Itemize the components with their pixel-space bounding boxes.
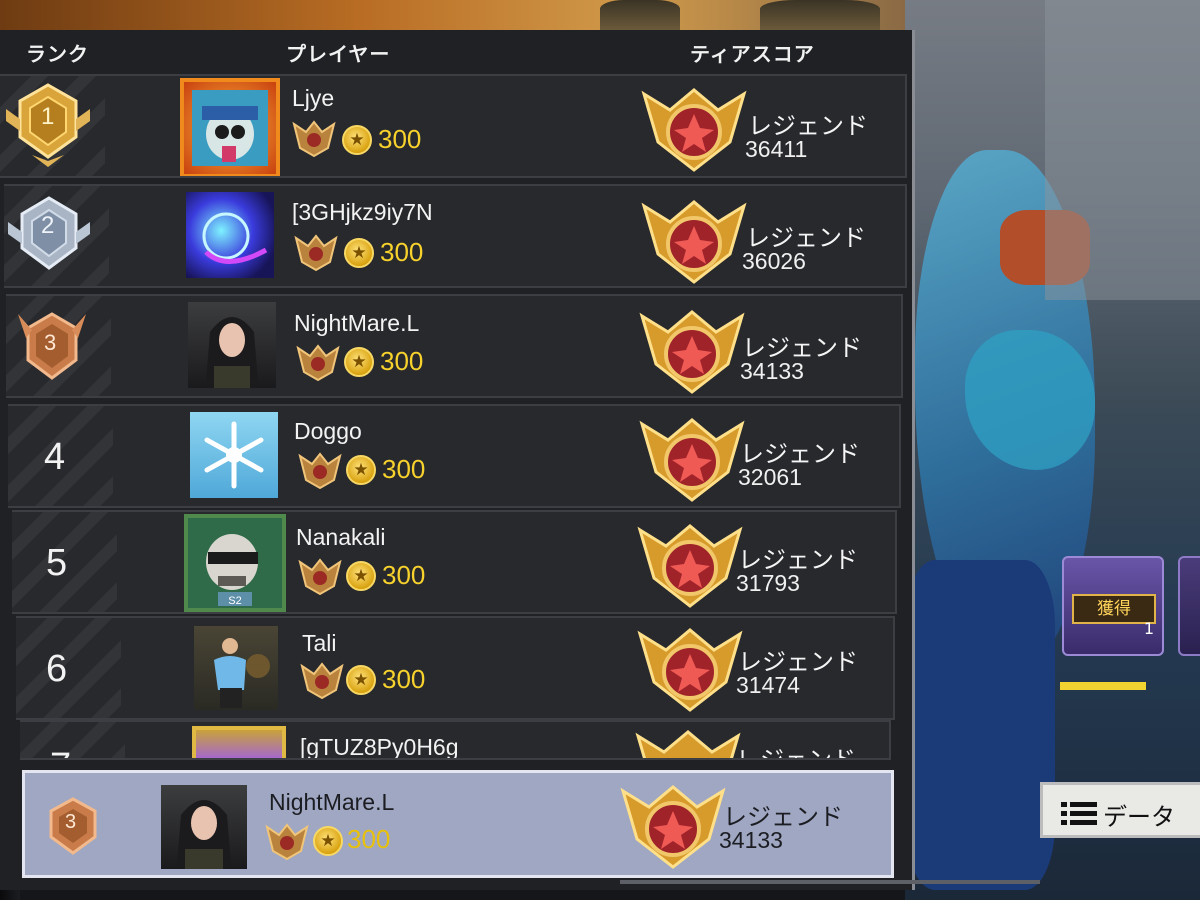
leaderboard-row[interactable]: 6 Tali ★ 300 レジェンド 31474	[16, 616, 895, 720]
coin-amount: 300	[380, 237, 424, 267]
player-avatar	[161, 785, 247, 869]
player-name: Tali	[302, 630, 337, 656]
coin-icon: ★	[346, 455, 376, 485]
tier-mini-emblem-icon	[294, 234, 338, 272]
rank-column-header: ランク	[26, 42, 89, 66]
coin-amount: 300	[380, 346, 424, 376]
rank-number: 6	[46, 648, 68, 690]
data-button[interactable]: データ	[1040, 782, 1200, 838]
rank-number: 2	[41, 212, 55, 239]
current-player-row[interactable]: 3 NightMare.L ★ 300 レジェンド 34133	[22, 770, 894, 878]
coin-icon: ★	[346, 665, 376, 695]
leaderboard-row[interactable]: 5 S2 Nanakali ★ 300 レジェンド 31793	[12, 510, 897, 614]
player-name: NightMare.L	[294, 310, 420, 336]
player-name: NightMare.L	[269, 789, 395, 815]
player-avatar	[190, 412, 278, 498]
player-avatar	[194, 626, 278, 710]
game-background	[905, 0, 1200, 900]
data-button-label: データ	[1103, 803, 1175, 831]
tier-score-column-header: ティアスコア	[690, 42, 815, 66]
legend-tier-emblem-icon	[641, 200, 747, 284]
tier-score: 31793	[736, 570, 800, 596]
player-name: [3GHjkz9iy7N	[292, 199, 433, 225]
woman-portrait-avatar-icon	[177, 800, 231, 869]
skull-avatar-icon	[192, 90, 268, 166]
coin-icon: ★	[346, 561, 376, 591]
rank-number: 7	[50, 746, 71, 758]
rank-number: 3	[65, 811, 77, 833]
tier-score: 34133	[740, 358, 804, 384]
legend-tier-emblem-icon	[635, 730, 741, 758]
tier-score: 31474	[736, 672, 800, 698]
legend-tier-emblem-icon	[639, 310, 745, 394]
reward-progress-bar	[1060, 682, 1146, 690]
coin-icon: ★	[313, 826, 343, 856]
energy-orb-avatar-icon	[202, 212, 268, 264]
coin-amount: 300	[382, 664, 426, 694]
rank-number: 4	[44, 436, 66, 478]
leaderboard-row[interactable]: 3 NightMare.L ★ 300 レジェンド 34133	[6, 294, 903, 398]
leaderboard-row[interactable]: 2 [3GHjkz9iy7N ★ 300 レジェンド 36026	[4, 184, 907, 288]
player-name: Ljye	[292, 85, 335, 111]
coin-amount: 300	[382, 560, 426, 590]
leaderboard-row[interactable]: 1 Ljye ★ 300 レジェンド 36411	[0, 74, 907, 178]
player-name: Doggo	[294, 418, 362, 444]
player-avatar	[186, 192, 274, 278]
tier-mini-emblem-icon	[298, 558, 342, 596]
legend-tier-emblem-icon	[639, 418, 745, 502]
player-name: Nanakali	[296, 524, 386, 550]
tier-name: レジェンド	[736, 746, 856, 760]
rank-number: 3	[44, 330, 57, 355]
tier-mini-emblem-icon	[296, 344, 340, 382]
scrollbar[interactable]	[620, 880, 1040, 884]
snowflake-avatar-icon	[204, 421, 264, 489]
coin-icon: ★	[342, 125, 372, 155]
season-badge: S2	[228, 595, 241, 607]
coin-icon: ★	[344, 238, 374, 268]
tier-mini-emblem-icon	[265, 823, 309, 861]
legend-tier-emblem-icon	[620, 785, 726, 869]
leaderboard-row[interactable]: 4 Doggo ★ 300 レジェンド 32061	[8, 404, 901, 508]
coin-amount: 300	[347, 824, 391, 854]
player-avatar: S2	[184, 514, 286, 612]
skull-soldier-avatar-icon: S2	[206, 534, 258, 607]
player-column-header: プレイヤー	[286, 42, 391, 66]
tier-mini-emblem-icon	[292, 120, 336, 158]
player-name: [gTUZ8Py0H6g	[300, 734, 459, 760]
tier-mini-emblem-icon	[300, 662, 344, 700]
reward-card-secondary[interactable]	[1178, 556, 1200, 656]
tier-mini-emblem-icon	[298, 452, 342, 490]
tier-score: 34133	[719, 827, 783, 853]
woman-portrait-avatar-icon	[206, 317, 258, 388]
list-icon	[1061, 802, 1097, 825]
tier-score: 36026	[742, 248, 806, 274]
leaderboard-row[interactable]: 7 [gTUZ8Py0H6g レジェンド	[20, 720, 891, 760]
reward-count: 1	[1143, 619, 1154, 638]
player-avatar	[192, 726, 286, 758]
person-photo-avatar-icon	[214, 638, 270, 708]
reward-card[interactable]: 獲得 1	[1062, 556, 1164, 656]
coin-icon: ★	[344, 347, 374, 377]
legend-tier-emblem-icon	[637, 524, 743, 608]
legend-tier-emblem-icon	[641, 88, 747, 172]
tier-score: 32061	[738, 464, 802, 490]
coin-amount: 300	[378, 124, 422, 154]
coin-amount: 300	[382, 454, 426, 484]
legend-tier-emblem-icon	[637, 628, 743, 712]
player-avatar	[188, 302, 276, 388]
rank-number: 5	[46, 542, 68, 584]
player-avatar	[180, 78, 280, 176]
top-banner	[0, 0, 905, 30]
rank-number: 1	[41, 103, 55, 130]
tier-score: 36411	[745, 136, 808, 162]
